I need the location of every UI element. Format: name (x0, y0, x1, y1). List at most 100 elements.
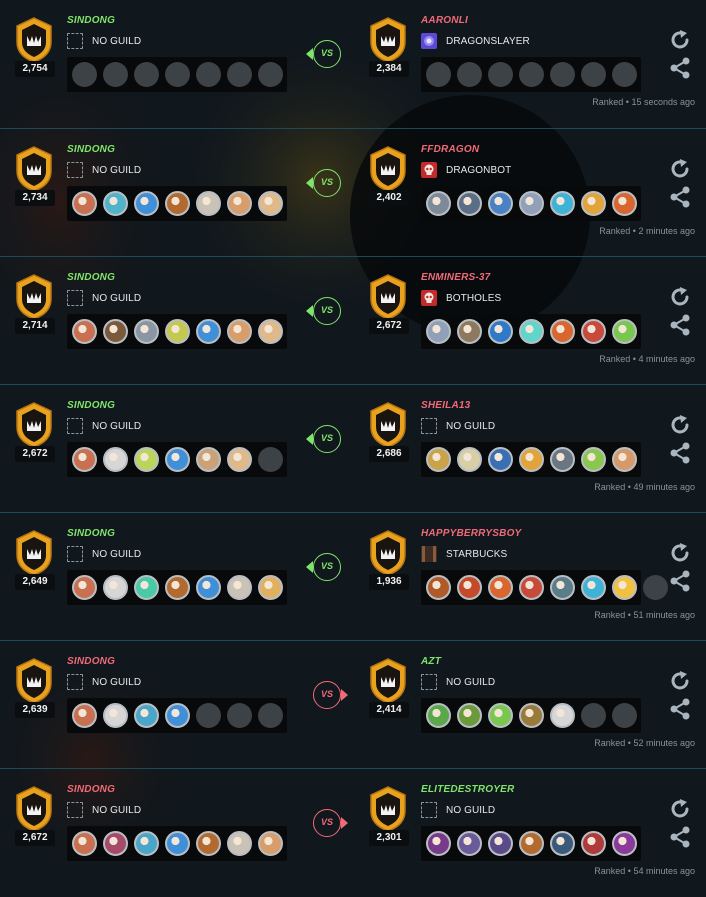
hero-portrait-icon[interactable] (457, 575, 482, 600)
hero-portrait-icon[interactable] (258, 191, 283, 216)
hero-portrait-icon[interactable] (488, 191, 513, 216)
hero-portrait-icon[interactable] (227, 319, 252, 344)
hero-portrait-icon[interactable] (488, 319, 513, 344)
replay-icon[interactable] (668, 285, 696, 309)
hero-portrait-icon[interactable] (550, 703, 575, 728)
hero-portrait-icon[interactable] (196, 191, 221, 216)
hero-portrait-icon[interactable] (519, 319, 544, 344)
hero-portrait-icon[interactable] (72, 575, 97, 600)
player-name-link[interactable]: HAPPYBERRYSBOY (421, 528, 521, 539)
hero-portrait-icon[interactable] (550, 447, 575, 472)
hero-portrait-icon[interactable] (72, 703, 97, 728)
hero-portrait-icon[interactable] (519, 191, 544, 216)
player-name-link[interactable]: AZT (421, 656, 441, 667)
hero-portrait-icon[interactable] (488, 575, 513, 600)
hero-portrait-icon[interactable] (134, 575, 159, 600)
hero-portrait-icon[interactable] (581, 447, 606, 472)
hero-portrait-icon[interactable] (227, 191, 252, 216)
hero-portrait-icon[interactable] (426, 703, 451, 728)
player-name-link[interactable]: FFDRAGON (421, 144, 479, 155)
hero-portrait-icon[interactable] (612, 319, 637, 344)
player-name-link[interactable]: SINDONG (67, 15, 115, 26)
replay-icon[interactable] (668, 797, 696, 821)
hero-portrait-icon[interactable] (196, 575, 221, 600)
hero-portrait-icon[interactable] (550, 575, 575, 600)
hero-portrait-icon[interactable] (227, 447, 252, 472)
hero-portrait-icon[interactable] (72, 447, 97, 472)
replay-icon[interactable] (668, 541, 696, 565)
hero-portrait-icon[interactable] (72, 319, 97, 344)
player-name-link[interactable]: SINDONG (67, 656, 115, 667)
hero-portrait-icon[interactable] (519, 831, 544, 856)
player-name-link[interactable]: ELITEDESTROYER (421, 784, 514, 795)
hero-portrait-icon[interactable] (165, 319, 190, 344)
hero-portrait-icon[interactable] (196, 831, 221, 856)
hero-portrait-icon[interactable] (612, 191, 637, 216)
share-icon[interactable] (668, 185, 696, 209)
hero-portrait-icon[interactable] (581, 319, 606, 344)
hero-portrait-icon[interactable] (134, 319, 159, 344)
share-icon[interactable] (668, 441, 696, 465)
player-name-link[interactable]: SINDONG (67, 272, 115, 283)
hero-portrait-icon[interactable] (72, 191, 97, 216)
hero-portrait-icon[interactable] (457, 447, 482, 472)
hero-portrait-icon[interactable] (165, 447, 190, 472)
hero-portrait-icon[interactable] (612, 447, 637, 472)
hero-portrait-icon[interactable] (612, 575, 637, 600)
hero-portrait-icon[interactable] (426, 447, 451, 472)
player-name-link[interactable]: SINDONG (67, 528, 115, 539)
hero-portrait-icon[interactable] (134, 703, 159, 728)
hero-portrait-icon[interactable] (488, 831, 513, 856)
hero-portrait-icon[interactable] (134, 447, 159, 472)
replay-icon[interactable] (668, 157, 696, 181)
hero-portrait-icon[interactable] (103, 191, 128, 216)
share-icon[interactable] (668, 569, 696, 593)
hero-portrait-icon[interactable] (426, 191, 451, 216)
hero-portrait-icon[interactable] (165, 703, 190, 728)
share-icon[interactable] (668, 697, 696, 721)
share-icon[interactable] (668, 56, 696, 80)
hero-portrait-icon[interactable] (258, 319, 283, 344)
player-name-link[interactable]: AARONLI (421, 15, 468, 26)
hero-portrait-icon[interactable] (426, 575, 451, 600)
hero-portrait-icon[interactable] (165, 831, 190, 856)
player-name-link[interactable]: ENMINERS-37 (421, 272, 490, 283)
hero-portrait-icon[interactable] (457, 831, 482, 856)
hero-portrait-icon[interactable] (72, 831, 97, 856)
hero-portrait-icon[interactable] (103, 447, 128, 472)
replay-icon[interactable] (668, 28, 696, 52)
hero-portrait-icon[interactable] (457, 319, 482, 344)
hero-portrait-icon[interactable] (426, 831, 451, 856)
hero-portrait-icon[interactable] (581, 575, 606, 600)
hero-portrait-icon[interactable] (426, 319, 451, 344)
hero-portrait-icon[interactable] (612, 831, 637, 856)
player-name-link[interactable]: SINDONG (67, 144, 115, 155)
hero-portrait-icon[interactable] (103, 703, 128, 728)
player-name-link[interactable]: SINDONG (67, 400, 115, 411)
replay-icon[interactable] (668, 413, 696, 437)
hero-portrait-icon[interactable] (488, 703, 513, 728)
hero-portrait-icon[interactable] (488, 447, 513, 472)
hero-portrait-icon[interactable] (550, 831, 575, 856)
hero-portrait-icon[interactable] (258, 575, 283, 600)
hero-portrait-icon[interactable] (258, 831, 283, 856)
hero-portrait-icon[interactable] (550, 191, 575, 216)
hero-portrait-icon[interactable] (581, 191, 606, 216)
hero-portrait-icon[interactable] (457, 191, 482, 216)
hero-portrait-icon[interactable] (165, 575, 190, 600)
hero-portrait-icon[interactable] (196, 447, 221, 472)
player-name-link[interactable]: SINDONG (67, 784, 115, 795)
hero-portrait-icon[interactable] (519, 575, 544, 600)
share-icon[interactable] (668, 313, 696, 337)
hero-portrait-icon[interactable] (134, 831, 159, 856)
hero-portrait-icon[interactable] (550, 319, 575, 344)
hero-portrait-icon[interactable] (227, 575, 252, 600)
hero-portrait-icon[interactable] (103, 575, 128, 600)
hero-portrait-icon[interactable] (165, 191, 190, 216)
hero-portrait-icon[interactable] (227, 831, 252, 856)
player-name-link[interactable]: SHEILA13 (421, 400, 470, 411)
hero-portrait-icon[interactable] (134, 191, 159, 216)
hero-portrait-icon[interactable] (519, 447, 544, 472)
hero-portrait-icon[interactable] (457, 703, 482, 728)
share-icon[interactable] (668, 825, 696, 849)
